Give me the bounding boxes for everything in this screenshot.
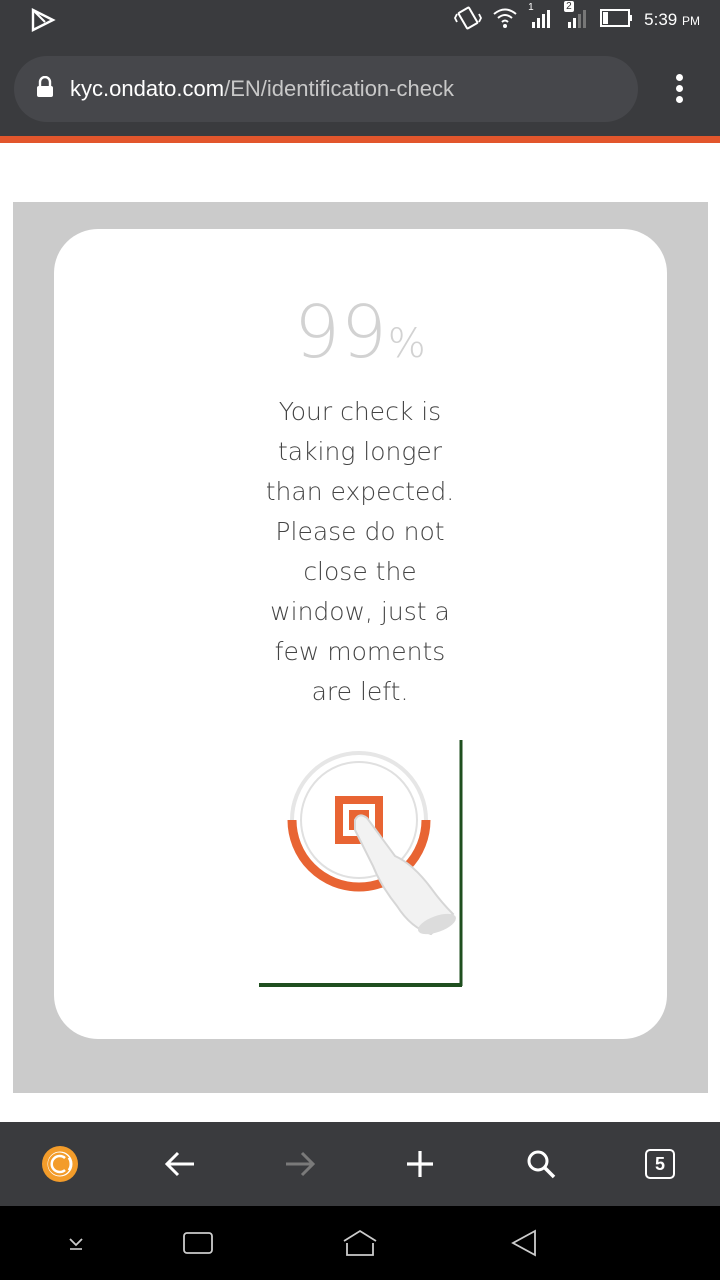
battery-icon xyxy=(600,8,634,32)
wifi-icon xyxy=(492,6,518,34)
message-line: few moments xyxy=(274,637,446,666)
new-tab-plus-icon[interactable] xyxy=(400,1144,440,1184)
signal-icon: 2 xyxy=(564,1,590,34)
message-line: window, just a xyxy=(270,597,450,626)
sim1-label: 1 xyxy=(528,2,534,13)
progress-percent: 99% xyxy=(294,290,426,374)
browser-logo-icon[interactable] xyxy=(40,1144,80,1184)
play-store-icon xyxy=(30,8,56,36)
sim2-label: 2 xyxy=(564,1,574,12)
tab-count-label: 5 xyxy=(645,1149,675,1179)
message-line: than expected. xyxy=(265,477,455,506)
home-icon[interactable] xyxy=(340,1226,380,1260)
lock-icon xyxy=(36,75,54,102)
fingerprint-touch-illustration xyxy=(255,738,467,990)
signal-icon: 1 xyxy=(528,2,554,34)
status-bar: 1 2 5:39 PM xyxy=(0,0,720,40)
search-icon[interactable] xyxy=(521,1144,561,1184)
url-text[interactable]: kyc.ondato.com/EN/identification-check xyxy=(70,76,454,102)
message-line: Please do not xyxy=(275,517,445,546)
browser-address-area: kyc.ondato.com/EN/identification-check xyxy=(0,40,720,136)
vibrate-icon xyxy=(454,6,483,34)
browser-toolbar: 5 xyxy=(0,1122,720,1206)
status-time: 5:39 PM xyxy=(644,10,700,29)
recents-icon[interactable] xyxy=(178,1226,218,1260)
progress-message: Your check is taking longer than expecte… xyxy=(250,392,470,712)
address-bar[interactable]: kyc.ondato.com/EN/identification-check xyxy=(14,56,638,122)
back-arrow-icon[interactable] xyxy=(160,1144,200,1184)
message-line: close the xyxy=(303,557,417,586)
tabs-count-icon[interactable]: 5 xyxy=(640,1144,680,1184)
page-accent-bar xyxy=(0,136,720,143)
forward-arrow-icon[interactable] xyxy=(280,1144,320,1184)
hide-keyboard-icon[interactable] xyxy=(56,1226,96,1260)
back-icon[interactable] xyxy=(504,1226,544,1260)
overflow-menu-icon[interactable] xyxy=(674,74,684,106)
system-nav-bar xyxy=(0,1206,720,1280)
message-line: Your check is xyxy=(278,397,442,426)
message-line: are left. xyxy=(311,677,409,706)
message-line: taking longer xyxy=(277,437,443,466)
